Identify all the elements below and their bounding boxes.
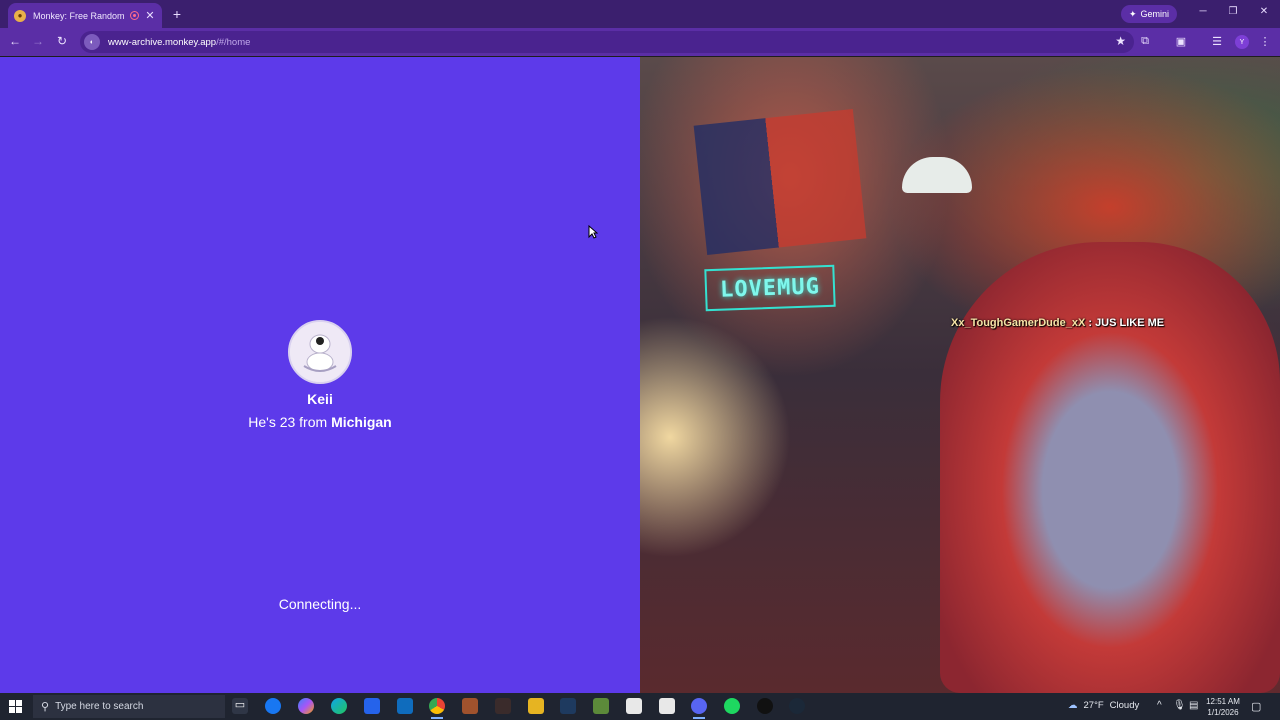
restore-button[interactable]: ❐ [1226, 6, 1240, 17]
new-tab-button[interactable]: + [170, 6, 184, 22]
steam-icon[interactable] [789, 698, 805, 714]
sparkle-icon: ✦ [1129, 8, 1137, 19]
reload-icon[interactable]: ↻ [54, 34, 70, 48]
clock-date: 1/1/2026 [1207, 708, 1239, 717]
task-view-icon[interactable]: ▭ [232, 698, 248, 714]
close-window-button[interactable]: ✕ [1257, 6, 1271, 17]
windows-start-icon[interactable] [9, 700, 22, 713]
back-icon[interactable]: ← [7, 34, 23, 48]
document-icon-1[interactable] [626, 698, 642, 714]
gemini-button[interactable]: ✦ Gemini [1121, 5, 1178, 23]
file-explorer-icon[interactable] [528, 698, 544, 714]
user-location: Michigan [331, 414, 392, 430]
app-icon-3[interactable] [560, 698, 576, 714]
tab-close-button[interactable]: ✕ [144, 9, 156, 22]
star-icon[interactable]: ★ [1115, 34, 1126, 48]
tray-chevron-icon[interactable]: ^ [1157, 700, 1162, 711]
remote-user-panel: Keii He's 23 from Michigan Connecting... [0, 57, 640, 693]
clock-time: 12:51 AM [1206, 697, 1240, 706]
user-name: Keii [307, 391, 333, 407]
user-info: He's 23 from Michigan [0, 414, 640, 430]
browser-tab[interactable]: ● Monkey: Free Random Vide ✕ [8, 3, 162, 28]
app-icon-4[interactable] [724, 698, 740, 714]
store-icon[interactable] [364, 698, 380, 714]
chat-message: Xx_ToughGamerDude_xX : JUS LIKE ME [951, 317, 1164, 329]
outlook-icon[interactable] [397, 698, 413, 714]
network-icon[interactable]: ▤ [1189, 700, 1198, 711]
menu-icon[interactable]: ⋮ [1258, 35, 1272, 48]
mouse-cursor-icon [588, 225, 598, 239]
tab-title: Monkey: Free Random Vide [33, 10, 125, 21]
app-icon-5[interactable] [757, 698, 773, 714]
search-placeholder: Type here to search [55, 701, 144, 712]
user-age-text: He's 23 from [248, 414, 332, 430]
address-bar[interactable]: ◐ www-archive.monkey.app /#/home ★ [80, 31, 1134, 53]
profile-avatar[interactable]: Y [1235, 35, 1249, 49]
weather-condition: Cloudy [1109, 700, 1140, 711]
tab-strip: ● Monkey: Free Random Vide ✕ + ✦ Gemini … [0, 0, 1280, 28]
background-flag [693, 108, 867, 256]
media-control-icon[interactable]: ☰ [1210, 35, 1224, 48]
url-path: /#/home [216, 36, 251, 48]
document-icon-2[interactable] [659, 698, 675, 714]
weather-widget[interactable]: ☁ 27°F Cloudy [1068, 700, 1139, 711]
app-icon-2[interactable] [495, 698, 511, 714]
monkey-favicon-icon: ● [14, 9, 26, 22]
discord-icon[interactable] [691, 698, 707, 719]
chrome-icon[interactable] [429, 698, 445, 719]
site-info-icon[interactable]: ◐ [84, 34, 100, 50]
chat-separator: : [1085, 317, 1096, 329]
system-clock[interactable]: 12:51 AM 1/1/2026 [1204, 696, 1242, 718]
extensions-icon[interactable]: ⧉ [1138, 35, 1152, 48]
windows-taskbar: ⚲ Type here to search ▭ ☁ 27°F Cloudy ^ … [0, 693, 1280, 720]
taskbar-search[interactable]: ⚲ Type here to search [33, 695, 225, 718]
browser-toolbar: ← → ↻ ◐ www-archive.monkey.app /#/home ★… [0, 28, 1280, 56]
facebook-icon[interactable] [265, 698, 281, 714]
forward-icon[interactable]: → [30, 34, 46, 48]
person-hood [940, 242, 1280, 693]
temperature: 27°F [1083, 700, 1104, 711]
notification-icon[interactable]: ▢ [1251, 700, 1261, 713]
split-view-icon[interactable]: ▣ [1174, 35, 1188, 48]
connection-status: Connecting... [278, 596, 362, 612]
video-feed: LOVEMUG Xx_ToughGamerDude_xX : JUS LIKE … [640, 57, 1280, 693]
chat-text: JUS LIKE ME [1095, 317, 1165, 329]
microphone-icon[interactable]: 🎙 [1173, 700, 1186, 711]
neon-sign: LOVEMUG [704, 264, 836, 312]
recording-indicator-icon [130, 11, 139, 20]
cloud-icon: ☁ [1068, 700, 1078, 711]
app-icon-1[interactable] [462, 698, 478, 714]
cap [902, 157, 972, 193]
chat-username: Xx_ToughGamerDude_xX [951, 317, 1086, 329]
minecraft-icon[interactable] [593, 698, 609, 714]
avatar [288, 320, 352, 384]
search-icon: ⚲ [41, 701, 50, 713]
gemini-label: Gemini [1140, 9, 1170, 19]
copilot-icon[interactable] [298, 698, 314, 714]
edge-icon[interactable] [331, 698, 347, 714]
minimize-button[interactable]: ─ [1196, 6, 1210, 17]
url-host: www-archive.monkey.app [108, 36, 217, 48]
